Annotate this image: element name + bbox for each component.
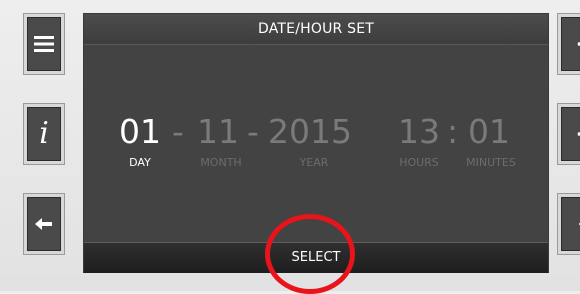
back-button[interactable] bbox=[23, 193, 65, 255]
year-label: YEAR bbox=[299, 156, 329, 169]
hours-value[interactable]: 13 bbox=[398, 110, 440, 154]
month-label: MONTH bbox=[200, 156, 242, 169]
menu-button[interactable] bbox=[23, 13, 65, 75]
year-value[interactable]: 2015 bbox=[268, 110, 352, 154]
enter-button[interactable] bbox=[557, 193, 580, 255]
hours-label: HOURS bbox=[399, 156, 439, 169]
info-button[interactable]: i bbox=[23, 103, 65, 165]
minus-button[interactable] bbox=[557, 103, 580, 165]
month-value[interactable]: 11 bbox=[197, 110, 239, 154]
time-separator: : bbox=[447, 112, 459, 151]
minutes-value[interactable]: 01 bbox=[468, 110, 510, 154]
date-separator-1: - bbox=[172, 112, 184, 151]
screen-title: DATE/HOUR SET bbox=[84, 14, 548, 45]
day-label: DAY bbox=[129, 156, 151, 169]
date-separator-2: - bbox=[247, 112, 259, 151]
menu-icon bbox=[34, 36, 54, 52]
back-icon bbox=[35, 218, 52, 230]
minutes-label: MINUTES bbox=[466, 156, 516, 169]
highlight-circle bbox=[265, 214, 355, 294]
day-value[interactable]: 01 bbox=[119, 110, 161, 154]
plus-button[interactable] bbox=[557, 13, 580, 75]
info-icon: i bbox=[39, 116, 49, 151]
